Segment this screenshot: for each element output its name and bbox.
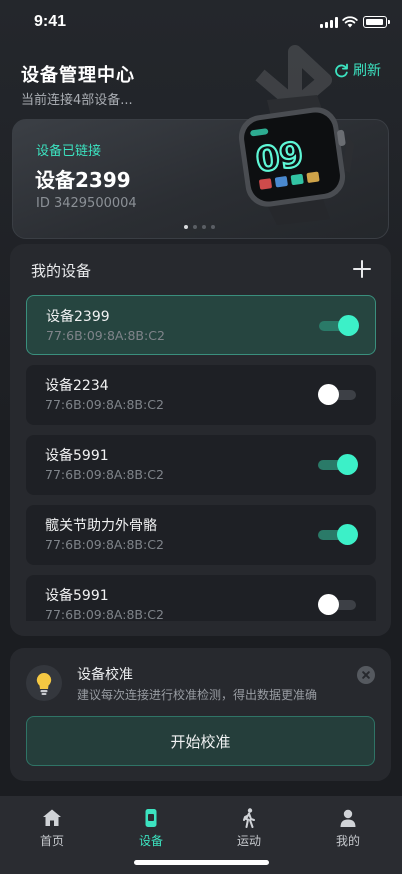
device-name: 设备2234 [45,378,109,394]
page-subtitle: 当前连接4部设备... [21,93,133,108]
device-name: 髋关节助力外骨骼 [45,518,157,534]
device-toggle[interactable] [318,524,358,546]
device-name: 设备2399 [46,309,110,325]
device-item[interactable]: 设备5991 77:6B:09:8A:8B:C2 [26,575,376,621]
cellular-signal-icon [320,17,338,28]
tab-sport[interactable]: 运动 [199,796,299,856]
device-name: 设备5991 [45,448,109,464]
connection-status: 设备已链接 [36,144,102,159]
refresh-icon [335,63,348,77]
home-icon [43,809,61,826]
device-item[interactable]: 设备5991 77:6B:09:8A:8B:C2 [26,435,376,495]
carousel-dot[interactable] [211,225,215,229]
tab-profile[interactable]: 我的 [298,796,398,856]
my-devices-title: 我的设备 [31,262,92,280]
device-list[interactable]: 设备2399 77:6B:09:8A:8B:C2 设备2234 77:6B:09… [26,295,376,621]
battery-cap [388,20,390,24]
my-devices-panel: 我的设备 设备2399 77:6B:09:8A:8B:C2 设备2234 77:… [10,244,391,636]
status-time: 9:41 [34,13,67,30]
device-mac: 77:6B:09:8A:8B:C2 [45,467,164,482]
tab-label: 设备 [138,834,163,848]
device-item[interactable]: 髋关节助力外骨骼 77:6B:09:8A:8B:C2 [26,505,376,565]
carousel-dot[interactable] [193,225,197,229]
walking-icon [243,808,255,828]
watch-display-text: 09 [253,135,305,181]
refresh-button[interactable]: 刷新 [334,60,381,80]
lightbulb-icon [26,665,62,701]
device-name: 设备5991 [45,588,109,604]
carousel-indicator[interactable] [184,225,215,229]
smartwatch-image: 09 [238,95,354,225]
current-device-id: ID 3429500004 [36,196,137,211]
device-mac: 77:6B:09:8A:8B:C2 [45,397,164,412]
device-toggle[interactable] [319,315,359,337]
device-mac: 77:6B:09:8A:8B:C2 [46,328,165,343]
page-title: 设备管理中心 [21,65,135,86]
profile-icon [340,809,356,827]
add-device-button[interactable] [353,260,371,278]
battery-icon [363,16,387,28]
device-item[interactable]: 设备2399 77:6B:09:8A:8B:C2 [26,295,376,355]
home-indicator[interactable] [134,860,269,865]
tab-label: 我的 [335,834,360,848]
start-calibration-button[interactable]: 开始校准 [26,716,375,766]
refresh-label: 刷新 [353,63,381,79]
device-mac: 77:6B:09:8A:8B:C2 [45,607,164,621]
app-screen: 9:41 设备管理中心 当前连接4部设备... 刷新 设备已链接 设备2399 … [0,0,402,874]
calibration-title: 设备校准 [77,667,133,683]
wifi-icon [342,16,358,28]
device-icon [145,809,157,827]
tab-label: 运动 [236,834,261,848]
device-toggle[interactable] [318,384,358,406]
device-toggle[interactable] [318,594,358,616]
tab-label: 首页 [39,834,64,848]
device-mac: 77:6B:09:8A:8B:C2 [45,537,164,552]
device-item[interactable]: 设备2234 77:6B:09:8A:8B:C2 [26,365,376,425]
close-icon[interactable] [357,666,375,684]
status-bar: 9:41 [0,0,402,44]
current-device-name: 设备2399 [35,168,131,192]
calibration-description: 建议每次连接进行校准检测，得出数据更准确 [77,688,318,702]
device-toggle[interactable] [318,454,358,476]
carousel-dot[interactable] [202,225,206,229]
carousel-dot[interactable] [184,225,188,229]
tab-device[interactable]: 设备 [101,796,201,856]
calibration-card: 设备校准 建议每次连接进行校准检测，得出数据更准确 开始校准 [10,648,391,781]
tab-home[interactable]: 首页 [2,796,102,856]
